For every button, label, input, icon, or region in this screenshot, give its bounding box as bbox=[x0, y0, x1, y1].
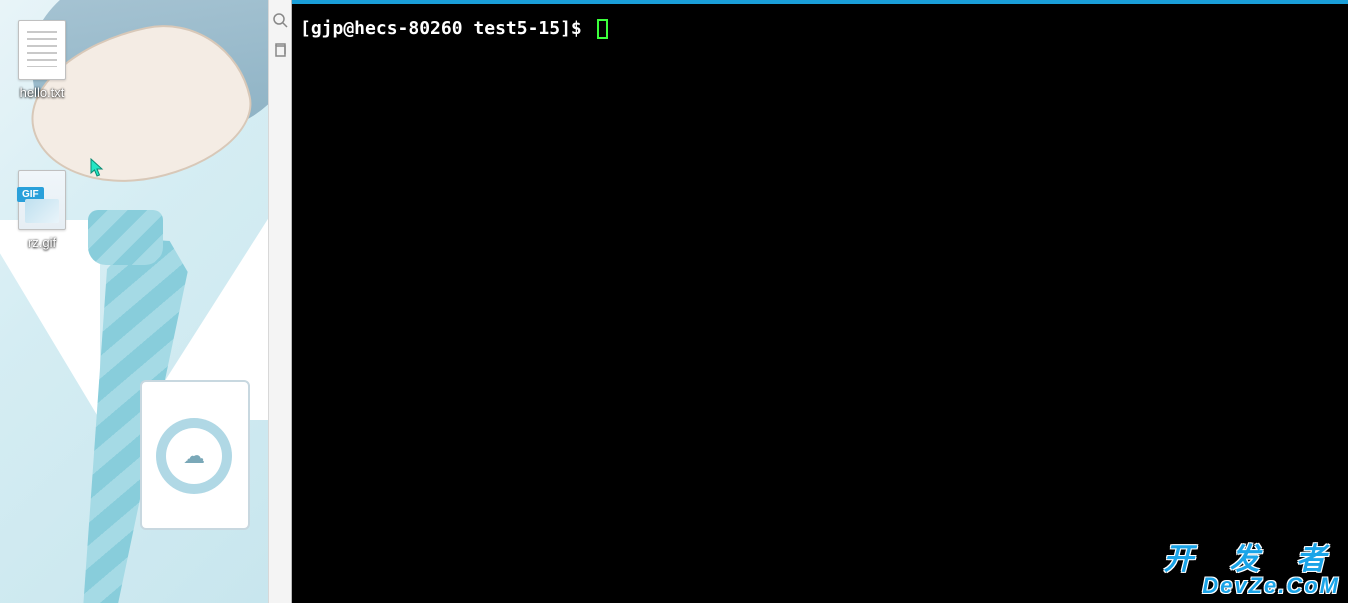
desktop-icon-label: rz.gif bbox=[28, 236, 56, 250]
desktop-icon-rz-gif[interactable]: GIF rz.gif bbox=[6, 170, 78, 250]
terminal-cursor bbox=[597, 19, 608, 39]
terminal-prompt: [gjp@hecs-80260 test5-15]$ bbox=[300, 18, 582, 39]
terminal-window[interactable]: [gjp@hecs-80260 test5-15]$ 开 发 者 DevZe.C… bbox=[292, 0, 1348, 603]
file-icon: GIF bbox=[18, 170, 66, 230]
desktop-area[interactable]: ☁ hello.txt GIF rz.gif bbox=[0, 0, 268, 603]
desktop-icon-hello-txt[interactable]: hello.txt bbox=[6, 20, 78, 100]
copy-icon[interactable] bbox=[272, 42, 288, 58]
side-gutter bbox=[268, 0, 292, 603]
desktop-icon-label: hello.txt bbox=[20, 86, 65, 100]
terminal-content[interactable]: [gjp@hecs-80260 test5-15]$ bbox=[292, 4, 1348, 603]
search-icon[interactable] bbox=[272, 12, 288, 28]
file-icon bbox=[18, 20, 66, 80]
